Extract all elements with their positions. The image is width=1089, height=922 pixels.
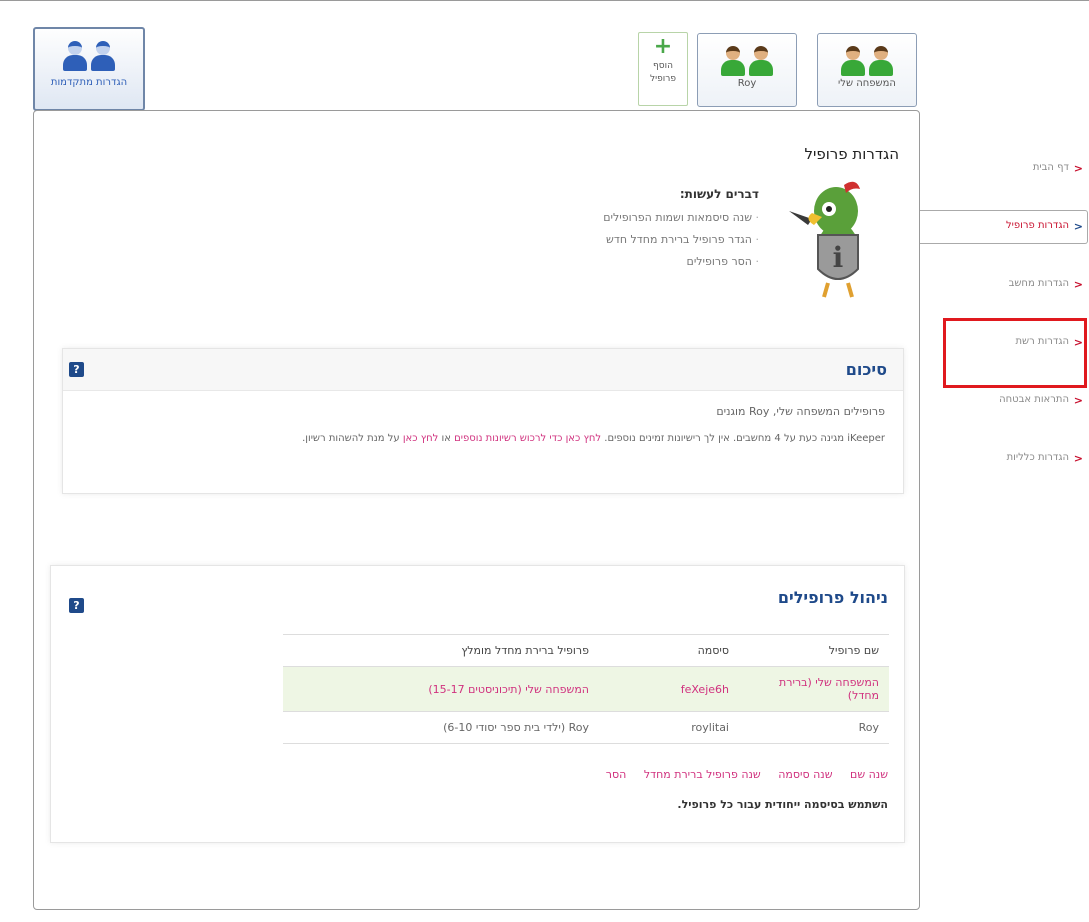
profiles-table: שם פרופיל סיסמה פרופיל ברירת מחדל מומלץ … (283, 634, 889, 744)
cell-profile-name: Roy (739, 711, 889, 744)
nav-item-profile-settings[interactable]: < הגדרות פרופיל (920, 200, 1089, 258)
roy-profile-icon (721, 46, 773, 76)
advanced-settings-label: הגדרות מתקדמות (50, 77, 128, 88)
profiles-title: ניהול פרופילים (777, 588, 888, 607)
nav-item-general-settings[interactable]: < הגדרות כלליות (920, 432, 1089, 490)
profile-actions: שנה שם שנה סיסמה שנה פרופיל ברירת מחדל ה… (592, 768, 888, 781)
svg-text:i: i (833, 241, 844, 274)
table-header-row: שם פרופיל סיסמה פרופיל ברירת מחדל מומלץ (283, 634, 889, 667)
top-border (0, 0, 1089, 8)
chevron-left-icon: < (1073, 394, 1083, 407)
roy-profile-tile[interactable]: Roy (697, 33, 797, 107)
license-or: או (441, 433, 451, 444)
summary-title: סיכום (845, 360, 887, 379)
page-title: הגדרות פרופיל (804, 145, 899, 163)
advanced-settings-tile[interactable]: הגדרות מתקדמות (33, 27, 145, 111)
cell-default-profile: המשפחה שלי (תיכוניסטים 15-17) (283, 666, 599, 712)
todo-list: שנה סיסמאות ושמות הפרופילים הגדר פרופיל … (603, 211, 759, 277)
chevron-left-icon: < (1073, 220, 1083, 233)
nav-item-label: התראות אבטחה (999, 394, 1069, 405)
todo-item: הסר פרופילים (603, 255, 759, 268)
change-default-profile-link[interactable]: שנה פרופיל ברירת מחדל (644, 768, 761, 781)
suspend-license-link[interactable]: לחץ כאן (403, 433, 439, 444)
todo-title: דברים לעשות: (679, 187, 759, 201)
password-note: השתמש בסיסמה ייחודית עבור כל פרופיל. (677, 798, 888, 811)
cell-profile-name: המשפחה שלי (ברירת מחדל) (739, 666, 889, 712)
summary-help-icon[interactable]: ? (69, 362, 84, 377)
family-profile-tile[interactable]: המשפחה שלי (817, 33, 917, 107)
highlight-annotation-box (943, 318, 1087, 388)
summary-header (63, 349, 903, 391)
nav-item-label: דף הבית (1032, 162, 1069, 173)
roy-profile-label: Roy (737, 78, 757, 89)
summary-protected-text: פרופילים המשפחה שלי, Roy מוגנים (716, 405, 885, 418)
family-profile-label: המשפחה שלי (838, 78, 896, 89)
table-row[interactable]: המשפחה שלי (ברירת מחדל) feXeje6h המשפחה … (283, 666, 889, 712)
col-default-profile: פרופיל ברירת מחדל מומלץ (283, 634, 599, 667)
parrot-mascot-icon: i (789, 181, 860, 298)
buy-licenses-link[interactable]: לחץ כאן כדי לרכוש רשיונות נוספים (454, 433, 601, 444)
col-password: סיסמה (599, 634, 739, 667)
todo-item: שנה סיסמאות ושמות הפרופילים (603, 211, 759, 224)
profiles-help-icon[interactable]: ? (69, 598, 84, 613)
advanced-settings-icon (63, 41, 115, 71)
chevron-left-icon: < (1073, 162, 1083, 175)
add-profile-label-2: פרופיל (650, 74, 676, 84)
side-nav: < דף הבית < הגדרות פרופיל < הגדרות מחשב … (920, 142, 1089, 490)
chevron-left-icon: < (1073, 278, 1083, 291)
summary-card: ? סיכום פרופילים המשפחה שלי, Roy מוגנים … (62, 348, 904, 494)
nav-item-label: הגדרות פרופיל (1005, 220, 1069, 231)
col-profile-name: שם פרופיל (739, 634, 889, 667)
table-row[interactable]: Roy roylitai Roy (ילדי בית ספר יסודי 6-1… (283, 711, 889, 744)
change-password-link[interactable]: שנה סיסמה (778, 768, 832, 781)
nav-item-computer-settings[interactable]: < הגדרות מחשב (920, 258, 1089, 316)
todo-item: הגדר פרופיל ברירת מחדל חדש (603, 233, 759, 246)
add-profile-label-1: הוסף (653, 61, 673, 71)
summary-license-text: iKeeper מגינה כעת על 4 מחשבים. אין לך רי… (302, 433, 885, 444)
plus-icon: + (653, 34, 673, 59)
cell-default-profile: Roy (ילדי בית ספר יסודי 6-10) (283, 711, 599, 744)
nav-item-home[interactable]: < דף הבית (920, 142, 1089, 200)
add-profile-tile[interactable]: + הוסף פרופיל (638, 32, 688, 106)
remove-link[interactable]: הסר (606, 768, 627, 781)
chevron-left-icon: < (1073, 452, 1083, 465)
cell-password: feXeje6h (599, 666, 739, 712)
nav-item-label: הגדרות כלליות (1006, 452, 1069, 463)
license-info: iKeeper מגינה כעת על 4 מחשבים. אין לך רי… (604, 433, 885, 444)
nav-item-label: הגדרות מחשב (1008, 278, 1069, 289)
rename-link[interactable]: שנה שם (850, 768, 888, 781)
license-suspend-text: על מנת להשהות רשיון. (302, 433, 400, 444)
cell-password: roylitai (599, 711, 739, 744)
profiles-card: ? ניהול פרופילים שם פרופיל סיסמה פרופיל … (50, 565, 905, 843)
family-profile-icon (841, 46, 893, 76)
